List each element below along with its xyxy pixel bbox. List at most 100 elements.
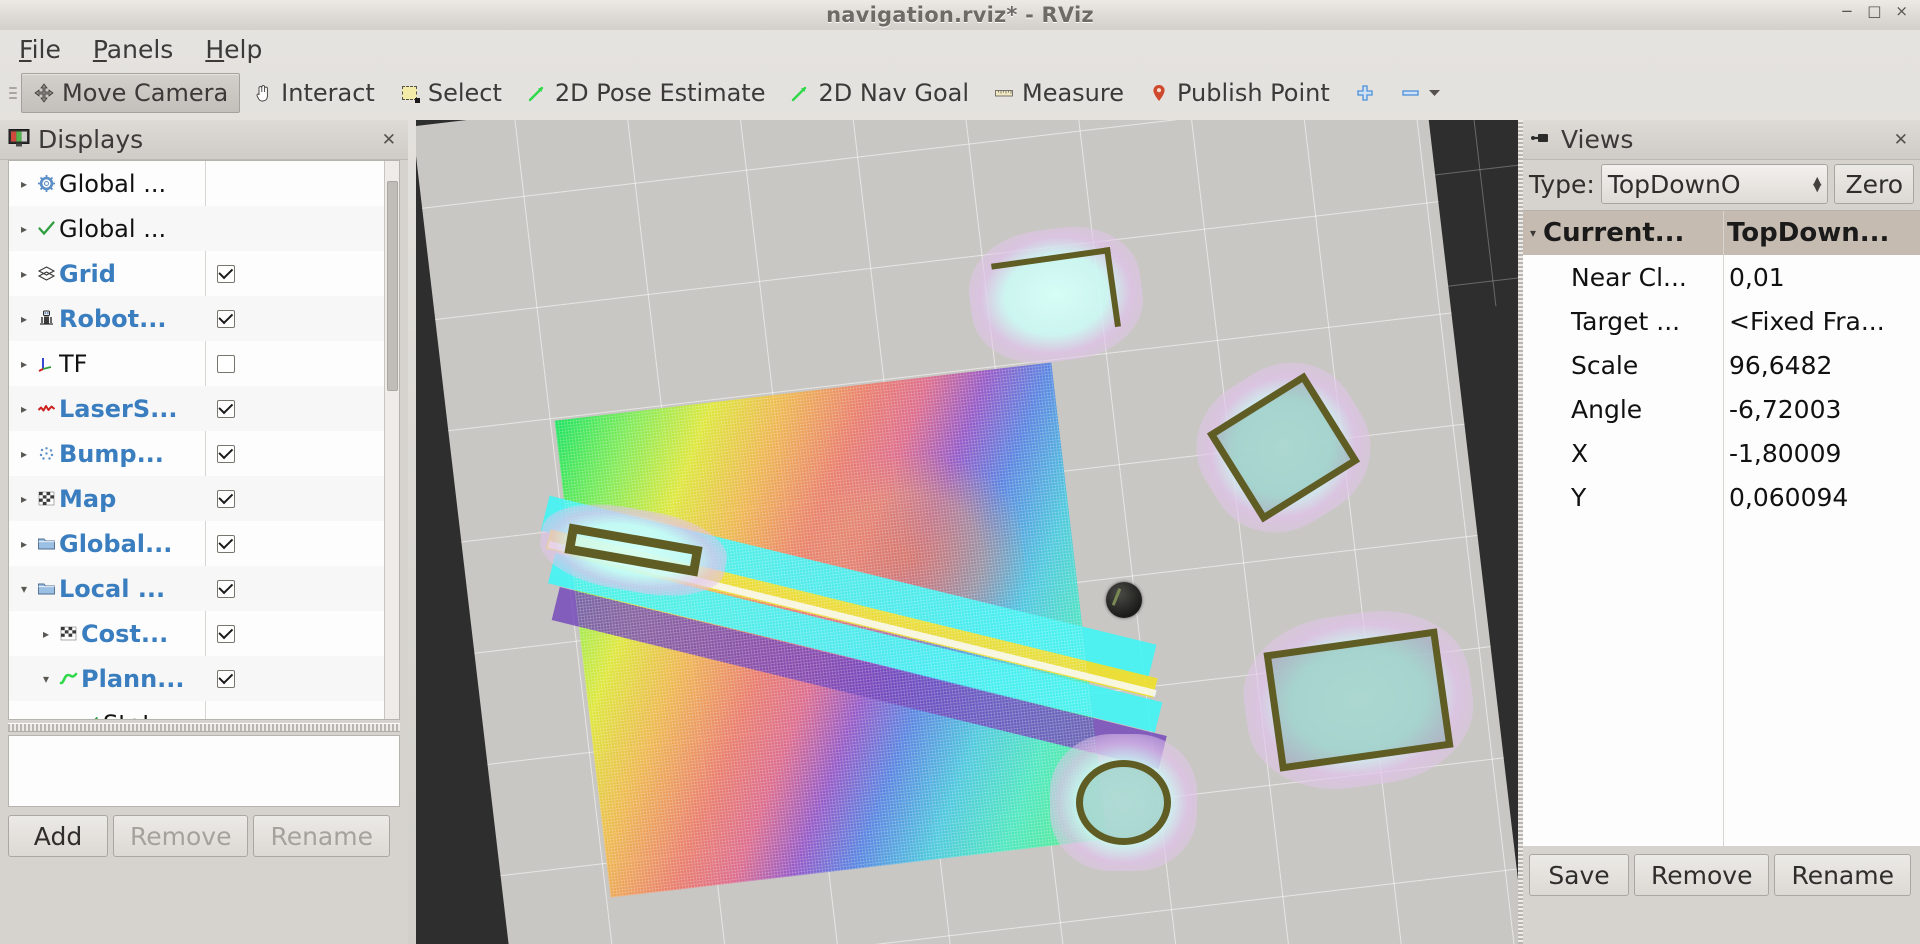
tree-item-check-cell[interactable] [205,296,400,341]
visibility-checkbox[interactable] [217,625,235,643]
property-value[interactable]: -6,72003 [1723,395,1919,424]
views-column-divider[interactable] [1723,211,1724,846]
menu-panels[interactable]: Panels [90,34,176,65]
views-table-header[interactable]: ▾ Current... TopDown... [1523,211,1920,255]
tool-label: 2D Nav Goal [818,79,969,107]
expander-icon[interactable]: ▾ [1523,226,1543,240]
tree-item-status[interactable]: ▸ Stat... [9,701,399,720]
tree-item-global-status[interactable]: ▸ Global ... [9,206,399,251]
views-row-angle[interactable]: Angle -6,72003 [1523,387,1920,431]
property-value[interactable]: 96,6482 [1723,351,1919,380]
visibility-checkbox[interactable] [217,445,235,463]
visibility-checkbox[interactable] [217,535,235,553]
close-icon[interactable]: ✕ [1890,130,1912,150]
menu-file[interactable]: File [16,34,64,65]
save-button[interactable]: Save [1529,854,1629,896]
tool-measure[interactable]: Measure [981,73,1136,113]
views-row-scale[interactable]: Scale 96,6482 [1523,343,1920,387]
tree-item-check-cell[interactable] [205,611,400,656]
expander-icon[interactable]: ▸ [15,222,33,236]
visibility-checkbox[interactable] [217,580,235,598]
tree-item-check-cell[interactable] [205,566,400,611]
displays-splitter[interactable] [8,723,400,732]
tree-item-check-cell[interactable] [205,521,400,566]
tree-item-check-cell[interactable] [205,341,400,386]
tool-add[interactable] [1342,73,1388,113]
tree-item-robot-model[interactable]: ▸ Robot... [9,296,399,341]
visibility-checkbox[interactable] [217,310,235,328]
tool-remove[interactable] [1388,73,1453,113]
toolbar-drag-handle[interactable] [8,76,18,110]
right-collapse-arrow[interactable]: ▸ [1522,512,1523,552]
property-value[interactable]: -1,80009 [1723,439,1919,468]
expander-icon[interactable]: ▸ [15,357,33,371]
expander-icon[interactable]: ▸ [15,537,33,551]
spinner-arrows-icon[interactable]: ▲▼ [1813,177,1821,191]
property-value[interactable]: 0,01 [1723,263,1919,292]
tree-item-check-cell[interactable] [205,431,400,476]
expander-icon[interactable]: ▸ [15,447,33,461]
visibility-checkbox[interactable] [217,265,235,283]
displays-tree[interactable]: ▸ Global ... ▸ Globa [8,160,400,720]
expander-icon[interactable]: ▸ [15,402,33,416]
tree-item-tf[interactable]: ▸ TF [9,341,399,386]
views-row-x[interactable]: X -1,80009 [1523,431,1920,475]
tool-label: 2D Pose Estimate [555,79,766,107]
tree-item-global-planner[interactable]: ▸ Global... [9,521,399,566]
views-properties-table[interactable]: ▾ Current... TopDown... Near Cl... 0,01 … [1523,210,1920,846]
expander-icon[interactable]: ▸ [15,177,33,191]
close-icon[interactable]: ✕ [378,130,400,150]
expander-icon[interactable]: ▸ [37,627,55,641]
expander-icon[interactable]: ▸ [15,492,33,506]
tree-item-laserscan[interactable]: ▸ LaserS... [9,386,399,431]
scrollbar-thumb[interactable] [387,181,398,391]
property-value[interactable]: 0,060094 [1723,483,1919,512]
visibility-checkbox[interactable] [217,490,235,508]
tool-publish-point[interactable]: Publish Point [1136,73,1342,113]
tree-item-check-cell[interactable] [205,251,400,296]
tool-2d-pose-estimate[interactable]: 2D Pose Estimate [514,73,778,113]
tree-item-map[interactable]: ▸ Map [9,476,399,521]
visibility-checkbox[interactable] [217,670,235,688]
views-row-near-clip[interactable]: Near Cl... 0,01 [1523,255,1920,299]
zero-button[interactable]: Zero [1834,164,1914,204]
visibility-checkbox[interactable] [217,355,235,373]
expander-icon[interactable]: ▸ [15,312,33,326]
tool-move-camera[interactable]: Move Camera [21,73,240,113]
window-controls[interactable]: − □ × [1841,4,1908,19]
tree-item-global-options[interactable]: ▸ Global ... [9,161,399,206]
expander-icon[interactable]: ▾ [37,672,55,686]
views-row-y[interactable]: Y 0,060094 [1523,475,1920,519]
tool-label: Measure [1022,79,1124,107]
tree-item-local-planner[interactable]: ▾ Local ... [9,566,399,611]
views-rename-button[interactable]: Rename [1774,854,1911,896]
expander-icon[interactable]: ▸ [15,267,33,281]
tool-2d-nav-goal[interactable]: 2D Nav Goal [777,73,981,113]
render-viewport-3d[interactable]: ◂ ▸ [416,120,1523,944]
property-value[interactable]: <Fixed Fra... [1723,307,1919,336]
minimize-icon[interactable]: − [1841,4,1854,19]
close-icon[interactable]: × [1895,4,1908,19]
menu-help[interactable]: Help [202,34,265,65]
tool-label: Select [428,79,502,107]
displays-scrollbar[interactable] [384,161,399,719]
tool-select[interactable]: Select [387,73,514,113]
expander-icon[interactable]: ▾ [15,582,33,596]
expander-icon[interactable]: ▸ [59,717,77,721]
tree-item-costmap[interactable]: ▸ Cost... [9,611,399,656]
visibility-checkbox[interactable] [217,400,235,418]
tool-interact[interactable]: Interact [240,73,387,113]
tree-item-check-cell[interactable] [205,476,400,521]
tree-item-bumper[interactable]: ▸ Bump... [9,431,399,476]
views-row-target-frame[interactable]: Target ... <Fixed Fra... [1523,299,1920,343]
tree-item-check-cell[interactable] [205,386,400,431]
add-button[interactable]: Add [8,815,108,857]
maximize-icon[interactable]: □ [1867,4,1881,19]
tree-item-planner-path[interactable]: ▾ Plann... [9,656,399,701]
tree-item-grid[interactable]: ▸ Grid [9,251,399,296]
left-collapse-arrow[interactable]: ◂ [416,512,417,552]
tree-item-check-cell[interactable] [205,656,400,701]
views-remove-button[interactable]: Remove [1634,854,1769,896]
view-type-combobox[interactable]: TopDownO ▲▼ [1601,164,1829,204]
chevron-down-icon[interactable] [1429,82,1441,104]
